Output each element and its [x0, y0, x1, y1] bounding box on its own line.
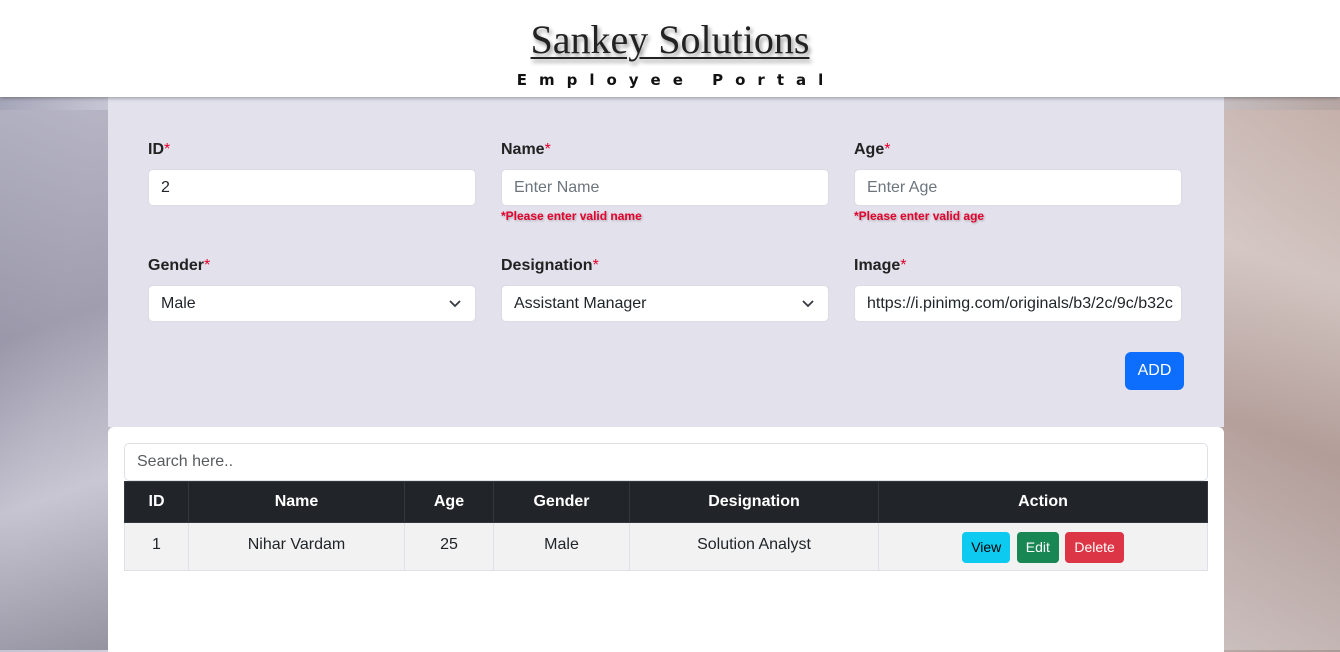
image-url-input[interactable]: https://i.pinimg.com/originals/b3/2c/9c/…	[854, 285, 1182, 322]
delete-button[interactable]: Delete	[1065, 532, 1124, 563]
age-field-group: Age* Enter Age *Please enter valid age	[854, 139, 1182, 223]
designation-select[interactable]: Assistant Manager	[501, 285, 829, 322]
gender-selected-value: Male	[161, 295, 196, 312]
employee-list-panel: Search here.. ID Name Age Gender Designa…	[108, 427, 1224, 652]
designation-field-group: Designation* Assistant Manager	[501, 255, 829, 322]
id-input[interactable]: 2	[148, 169, 476, 206]
view-button[interactable]: View	[962, 532, 1011, 563]
id-field-group: ID* 2	[148, 139, 476, 206]
background-image-right	[1222, 110, 1340, 650]
image-label: Image*	[854, 257, 907, 274]
age-label: Age*	[854, 141, 891, 158]
column-header-name: Name	[188, 481, 405, 523]
age-error: *Please enter valid age	[854, 209, 985, 223]
gender-field-group: Gender* Male	[148, 255, 476, 322]
page-header: Sankey Solutions Employee Portal	[0, 0, 1340, 97]
name-input[interactable]: Enter Name	[501, 169, 829, 206]
table-row: 1 Nihar Vardam 25 Male Solution Analyst …	[124, 522, 1208, 571]
column-header-designation: Designation	[629, 481, 879, 523]
age-input[interactable]: Enter Age	[854, 169, 1182, 206]
name-error: *Please enter valid name	[501, 209, 642, 223]
id-label: ID*	[148, 141, 171, 158]
cell-age: 25	[404, 522, 494, 571]
table-header-row: ID Name Age Gender Designation Action	[124, 481, 1208, 523]
image-field-group: Image* https://i.pinimg.com/originals/b3…	[854, 255, 1182, 322]
employee-form: ID* 2 Name* Enter Name *Please enter val…	[108, 97, 1224, 427]
edit-button[interactable]: Edit	[1016, 532, 1059, 563]
column-header-action: Action	[878, 481, 1208, 523]
name-field-group: Name* Enter Name *Please enter valid nam…	[501, 139, 829, 223]
cell-designation: Solution Analyst	[629, 522, 879, 571]
designation-selected-value: Assistant Manager	[514, 295, 647, 312]
background-image-left	[0, 110, 110, 650]
gender-label: Gender*	[148, 257, 211, 274]
gender-select[interactable]: Male	[148, 285, 476, 322]
add-button[interactable]: ADD	[1125, 352, 1184, 390]
cell-gender: Male	[493, 522, 630, 571]
employee-table: ID Name Age Gender Designation Action 1 …	[124, 481, 1208, 571]
name-label: Name*	[501, 141, 551, 158]
column-header-id: ID	[124, 481, 189, 523]
brand-tagline: Employee Portal	[516, 71, 836, 89]
brand-title: Sankey Solutions	[530, 17, 810, 62]
cell-actions: View Edit Delete	[878, 522, 1208, 571]
cell-name: Nihar Vardam	[188, 522, 405, 571]
column-header-age: Age	[404, 481, 494, 523]
column-header-gender: Gender	[493, 481, 630, 523]
chevron-down-icon	[449, 300, 461, 308]
cell-id: 1	[124, 522, 189, 571]
chevron-down-icon	[802, 300, 814, 308]
designation-label: Designation*	[501, 257, 599, 274]
search-input[interactable]: Search here..	[124, 443, 1208, 481]
